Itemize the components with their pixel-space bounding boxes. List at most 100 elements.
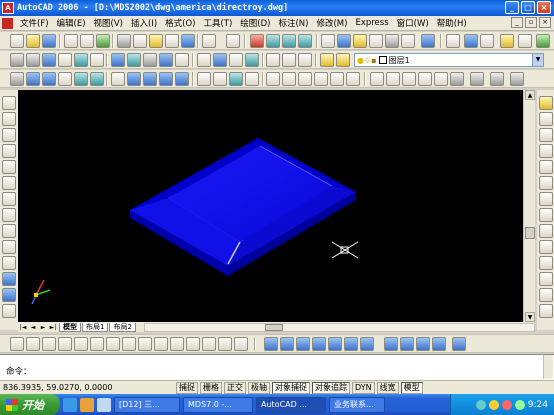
named-views-icon[interactable] xyxy=(464,34,478,48)
subtract-icon[interactable] xyxy=(159,72,173,86)
box-icon[interactable] xyxy=(42,53,56,67)
render-revolved-icon[interactable] xyxy=(416,337,430,351)
tray-im-icon[interactable] xyxy=(488,399,499,410)
section-icon[interactable] xyxy=(197,53,211,67)
print-preview-icon[interactable] xyxy=(80,34,94,48)
view-icon[interactable] xyxy=(10,53,24,67)
shade-icon[interactable] xyxy=(10,72,24,86)
hscroll-thumb[interactable] xyxy=(264,324,283,331)
dyn-toggle[interactable]: DYN xyxy=(352,381,375,394)
angular-icon[interactable] xyxy=(122,337,136,351)
gouraud-edges-icon[interactable] xyxy=(127,72,141,86)
block-editor-icon[interactable] xyxy=(181,34,195,48)
doc-minimize-button[interactable]: _ xyxy=(511,17,523,28)
sphere-icon[interactable] xyxy=(58,53,72,67)
menu-view[interactable]: 视图(V) xyxy=(90,17,127,29)
save-icon[interactable] xyxy=(42,34,56,48)
design-center-icon[interactable] xyxy=(337,34,351,48)
grid-toggle[interactable]: 栅格 xyxy=(200,381,222,394)
properties-icon[interactable] xyxy=(321,34,335,48)
aligned-dim-icon[interactable] xyxy=(26,337,40,351)
scale-icon[interactable] xyxy=(539,208,553,222)
continue-icon[interactable] xyxy=(170,337,184,351)
flat-edges-icon[interactable] xyxy=(111,72,125,86)
wedge-icon[interactable] xyxy=(111,53,125,67)
move-faces-icon[interactable] xyxy=(213,72,227,86)
fillet-icon[interactable] xyxy=(539,304,553,318)
coordinate-readout[interactable]: 836.3935, 59.0270, 0.0000 xyxy=(0,383,176,392)
scroll-up-icon[interactable]: ▲ xyxy=(525,90,535,100)
render-torus-icon[interactable] xyxy=(384,337,398,351)
osnap-toggle[interactable]: 对象捕捉 xyxy=(272,381,310,394)
offset-faces-icon[interactable] xyxy=(229,72,243,86)
menu-modify[interactable]: 修改(M) xyxy=(312,17,351,29)
imprint-icon[interactable] xyxy=(370,72,384,86)
arc-icon[interactable] xyxy=(298,53,312,67)
scroll-down-icon[interactable]: ▼ xyxy=(525,312,535,322)
paste-icon[interactable] xyxy=(149,34,163,48)
tab-model[interactable]: 模型 xyxy=(59,323,81,332)
zoom-realtime-icon[interactable] xyxy=(266,34,280,48)
render-tabulated-icon[interactable] xyxy=(432,337,446,351)
rotate-faces-icon[interactable] xyxy=(266,72,280,86)
radius-icon[interactable] xyxy=(74,337,88,351)
setup-drawing-icon[interactable] xyxy=(229,53,243,67)
quicklaunch-folder-icon[interactable] xyxy=(80,397,94,412)
extrude-faces-icon[interactable] xyxy=(197,72,211,86)
3d-solid-model[interactable] xyxy=(130,138,356,276)
gouraud-shaded-icon[interactable] xyxy=(90,72,104,86)
render-dish-icon[interactable] xyxy=(360,337,374,351)
help-icon[interactable] xyxy=(421,34,435,48)
chevron-down-icon[interactable]: ▼ xyxy=(532,54,543,66)
extrude-icon[interactable] xyxy=(143,53,157,67)
quick-leader-icon[interactable] xyxy=(186,337,200,351)
publish-icon[interactable] xyxy=(96,34,110,48)
tolerance-icon[interactable] xyxy=(202,337,216,351)
stretch-icon[interactable] xyxy=(539,224,553,238)
clock[interactable]: 9:24 xyxy=(528,400,548,410)
menu-tools[interactable]: 工具(T) xyxy=(199,17,236,29)
linetype-icon[interactable] xyxy=(470,72,484,86)
menu-format[interactable]: 格式(O) xyxy=(161,17,199,29)
maximize-button[interactable]: □ xyxy=(521,1,535,14)
tray-antivirus-icon[interactable] xyxy=(501,399,512,410)
revolve-icon[interactable] xyxy=(159,53,173,67)
cylinder-icon[interactable] xyxy=(74,53,88,67)
edit-icon[interactable] xyxy=(500,34,514,48)
layer-dropdown[interactable]: ● ☼ ▪ 图层1 ▼ xyxy=(354,53,544,67)
line-tool-icon[interactable] xyxy=(266,53,280,67)
sheet-set-icon[interactable] xyxy=(369,34,383,48)
layer-previous-icon[interactable] xyxy=(446,34,460,48)
doc-restore-button[interactable]: ▫ xyxy=(525,17,537,28)
markup-icon[interactable] xyxy=(385,34,399,48)
autocad-app-icon[interactable]: A xyxy=(2,2,14,14)
union-icon[interactable] xyxy=(143,72,157,86)
menu-help[interactable]: 帮助(H) xyxy=(433,17,471,29)
model-canvas[interactable] xyxy=(18,90,523,322)
linear-dim-icon[interactable] xyxy=(10,337,24,351)
tab-layout1[interactable]: 布局1 xyxy=(82,323,109,332)
menu-insert[interactable]: 插入(I) xyxy=(127,17,161,29)
redo-icon[interactable] xyxy=(226,34,240,48)
model-toggle[interactable]: 模型 xyxy=(400,381,423,394)
first-tab-button[interactable]: |◄ xyxy=(18,323,28,332)
circle-icon[interactable] xyxy=(2,192,16,206)
break-icon[interactable] xyxy=(539,272,553,286)
match-properties-icon[interactable] xyxy=(165,34,179,48)
slice-icon[interactable] xyxy=(175,53,189,67)
menu-window[interactable]: 窗口(W) xyxy=(393,17,433,29)
task-item[interactable]: 业务联系... xyxy=(329,396,385,413)
separate-icon[interactable] xyxy=(402,72,416,86)
color-faces-icon[interactable] xyxy=(314,72,328,86)
quicklaunch-ie-icon[interactable] xyxy=(63,397,77,412)
otrack-toggle[interactable]: 对象追踪 xyxy=(312,381,350,394)
zoom-previous-icon[interactable] xyxy=(298,34,312,48)
construction-line-icon[interactable] xyxy=(2,112,16,126)
minimize-button[interactable]: _ xyxy=(505,1,519,14)
refresh-icon[interactable] xyxy=(536,34,550,48)
snap-toggle[interactable]: 捕捉 xyxy=(176,381,198,394)
dim-edit-icon[interactable] xyxy=(234,337,248,351)
doc-close-button[interactable]: × xyxy=(539,17,551,28)
copy-faces-icon[interactable] xyxy=(298,72,312,86)
quickcalc-icon[interactable] xyxy=(401,34,415,48)
